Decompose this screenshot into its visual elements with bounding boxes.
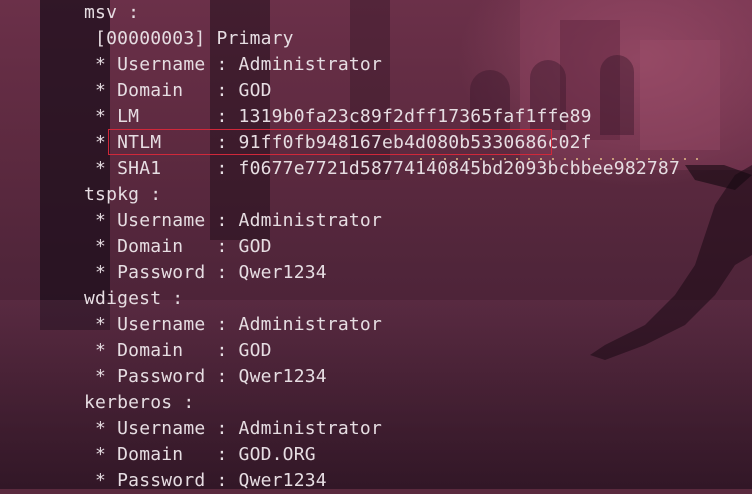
terminal-line: * Password : Qwer1234 [95, 366, 327, 387]
terminal-line: * Password : Qwer1234 [95, 262, 327, 283]
terminal-line: [00000003] Primary [95, 28, 294, 49]
terminal-line: wdigest : [84, 288, 184, 309]
terminal-line: * Username : Administrator [95, 314, 383, 335]
terminal-line: * Domain : GOD [95, 236, 272, 257]
terminal-line: * Username : Administrator [95, 418, 383, 439]
terminal-line: kerberos : [84, 392, 195, 413]
terminal-line: * Password : Qwer1234 [95, 470, 327, 491]
terminal-line: * Username : Administrator [95, 54, 383, 75]
terminal-line: tspkg : [84, 184, 162, 205]
terminal-line: * Domain : GOD [95, 80, 272, 101]
terminal-output: msv : [00000003] Primary * Username : Ad… [84, 0, 684, 491]
terminal-line: msv : [84, 2, 140, 23]
ntlm-highlight-box [108, 129, 552, 155]
terminal-line: * SHA1 : f0677e7721d58774140845bd2093bcb… [95, 158, 681, 179]
terminal-line: * Domain : GOD.ORG [95, 444, 316, 465]
terminal-line: * Username : Administrator [95, 210, 383, 231]
terminal-line: * LM : 1319b0fa23c89f2dff17365faf1ffe89 [95, 106, 592, 127]
terminal-line: * Domain : GOD [95, 340, 272, 361]
